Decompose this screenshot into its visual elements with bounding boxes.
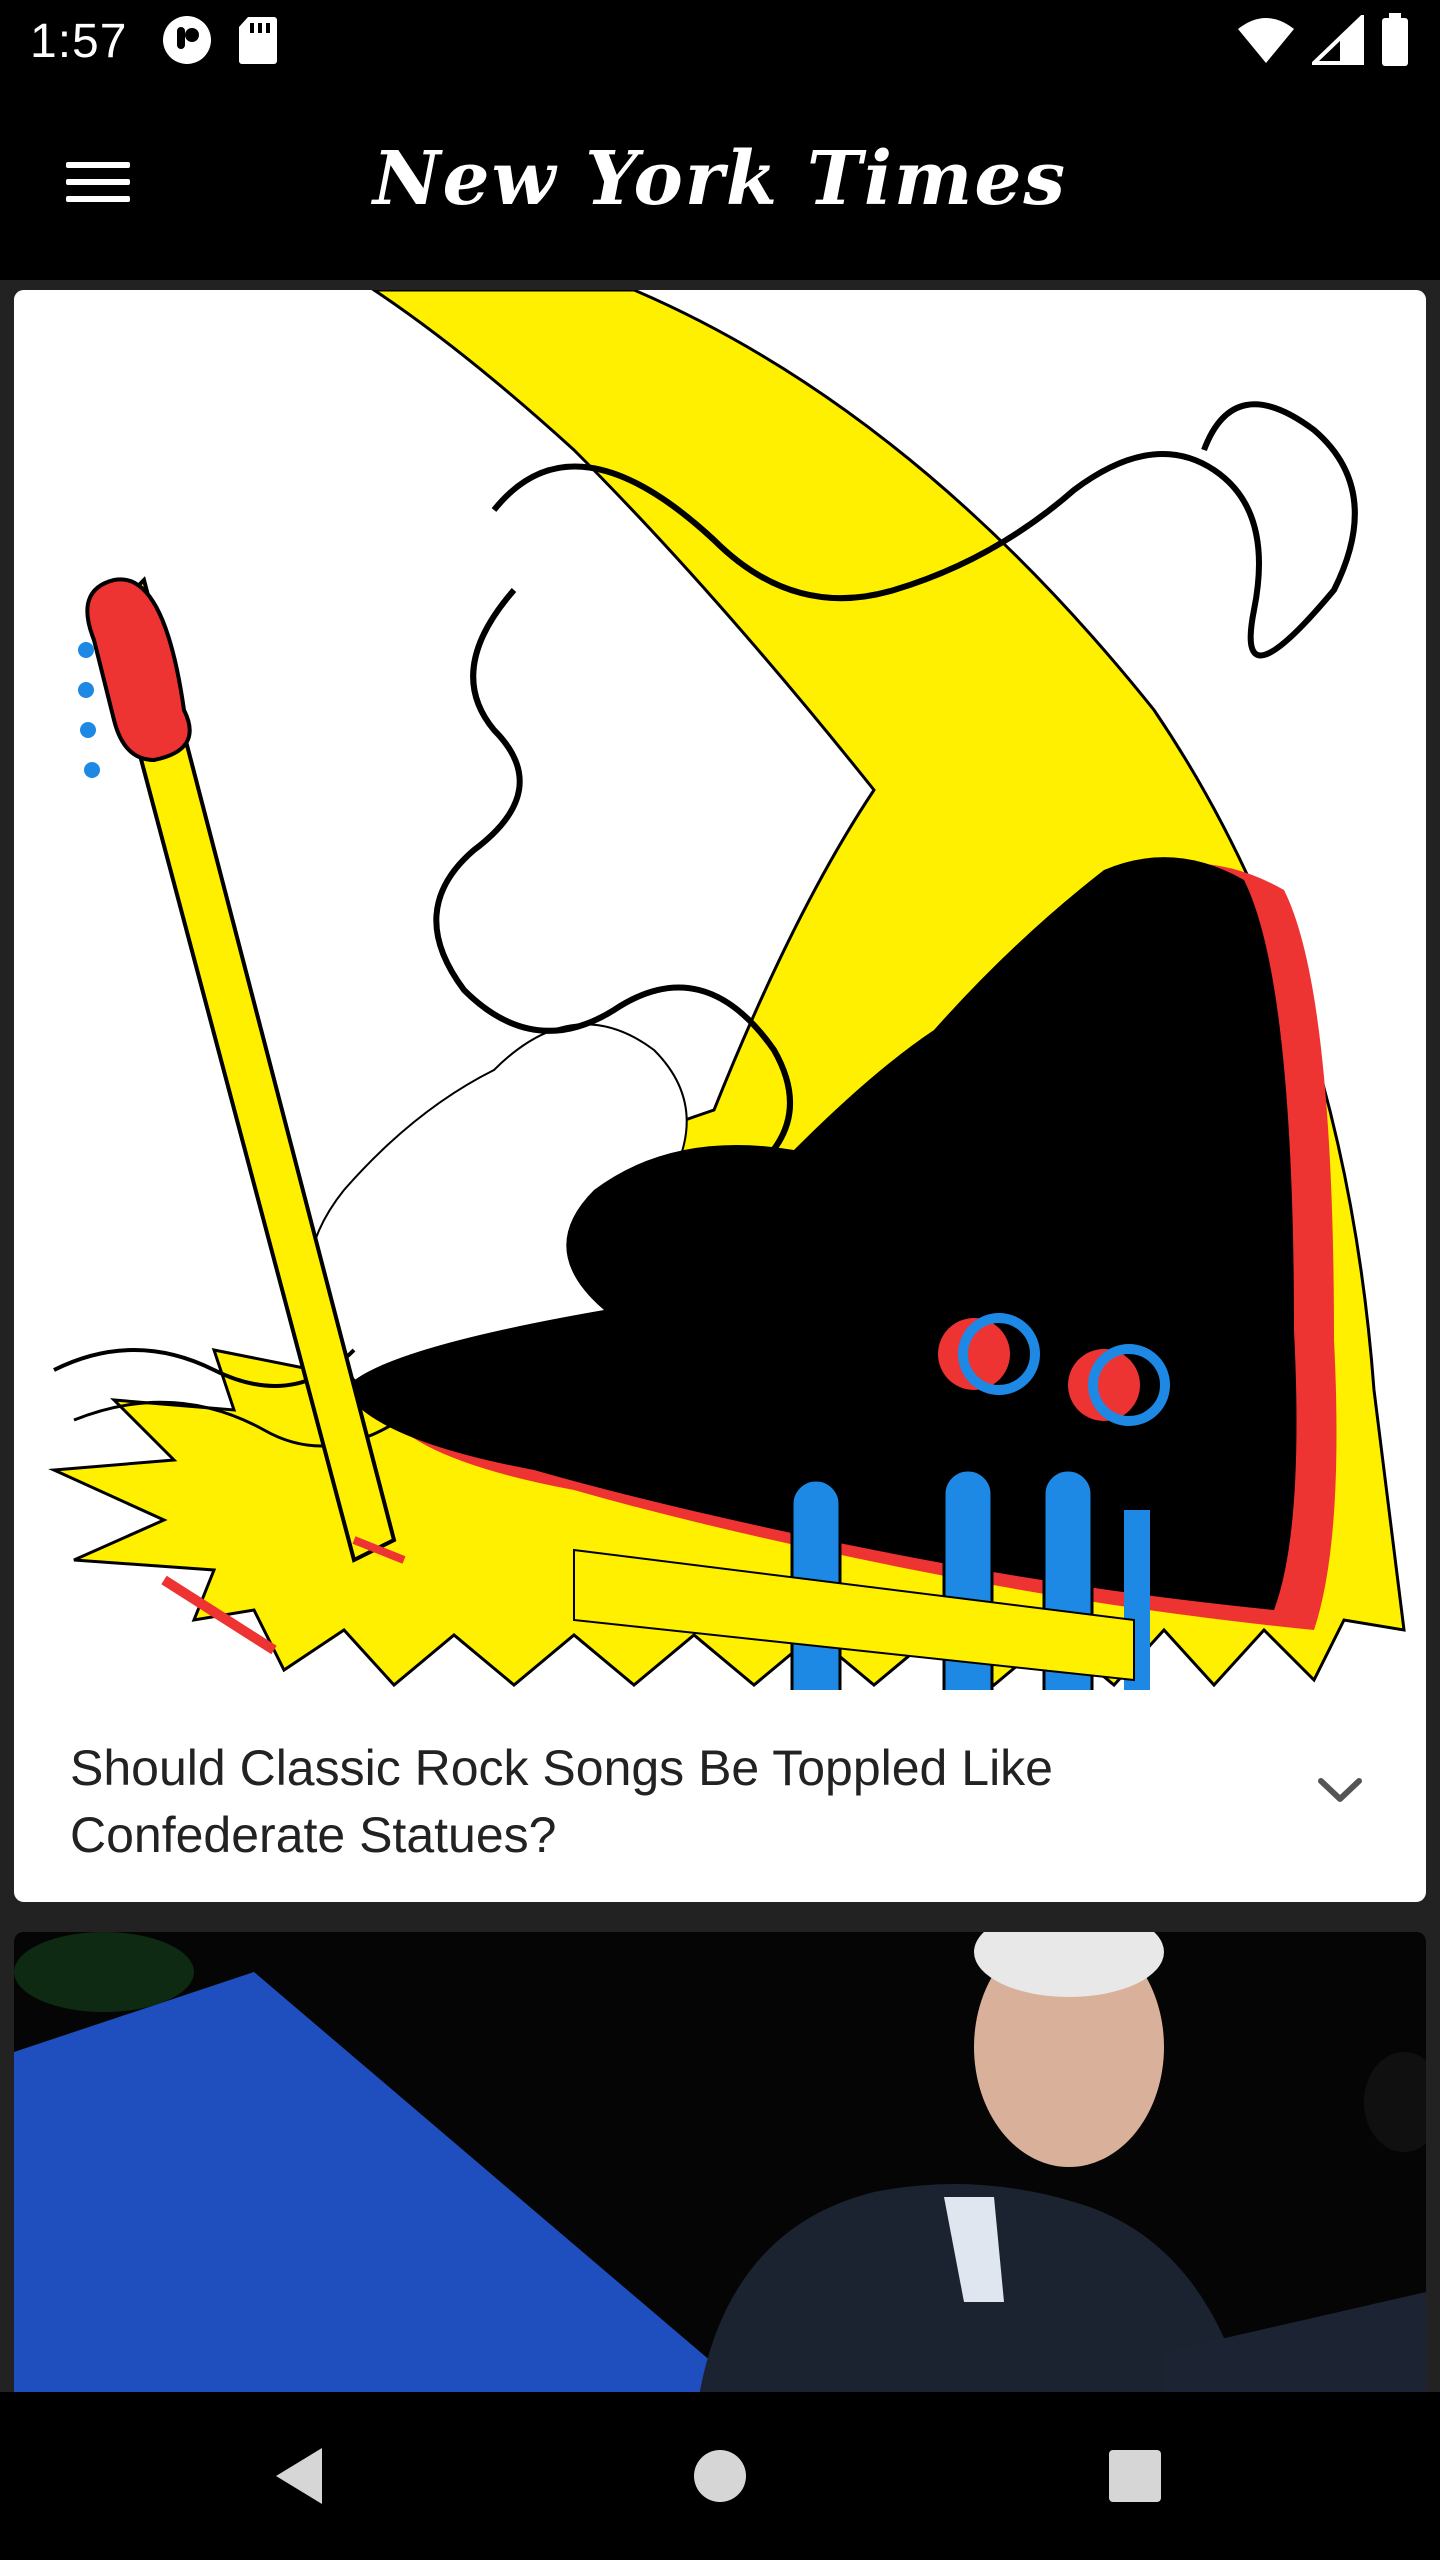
status-bar: 1:57 bbox=[0, 0, 1440, 84]
system-nav-bar bbox=[0, 2392, 1440, 2560]
article-card[interactable] bbox=[14, 1932, 1426, 2392]
sd-card-icon bbox=[238, 15, 278, 70]
article-photo bbox=[14, 1932, 1426, 2392]
article-headline[interactable]: Should Classic Rock Songs Be Toppled Lik… bbox=[70, 1735, 1230, 1869]
article-illustration bbox=[14, 290, 1426, 1754]
cell-signal-icon bbox=[1309, 11, 1364, 70]
battery-icon bbox=[1380, 12, 1410, 72]
back-icon[interactable] bbox=[250, 2426, 350, 2526]
chevron-down-icon[interactable] bbox=[1304, 1755, 1376, 1827]
recents-icon[interactable] bbox=[1085, 2426, 1185, 2526]
article-feed[interactable]: Should Classic Rock Songs Be Toppled Lik… bbox=[0, 280, 1440, 2392]
app-logo: New York Times bbox=[372, 136, 1068, 222]
home-icon[interactable] bbox=[670, 2426, 770, 2526]
notification-icon bbox=[160, 13, 214, 72]
article-card[interactable]: Should Classic Rock Songs Be Toppled Lik… bbox=[14, 290, 1426, 1902]
app-bar: New York Times bbox=[0, 84, 1440, 280]
status-time: 1:57 bbox=[30, 15, 128, 68]
wifi-icon bbox=[1236, 15, 1296, 70]
